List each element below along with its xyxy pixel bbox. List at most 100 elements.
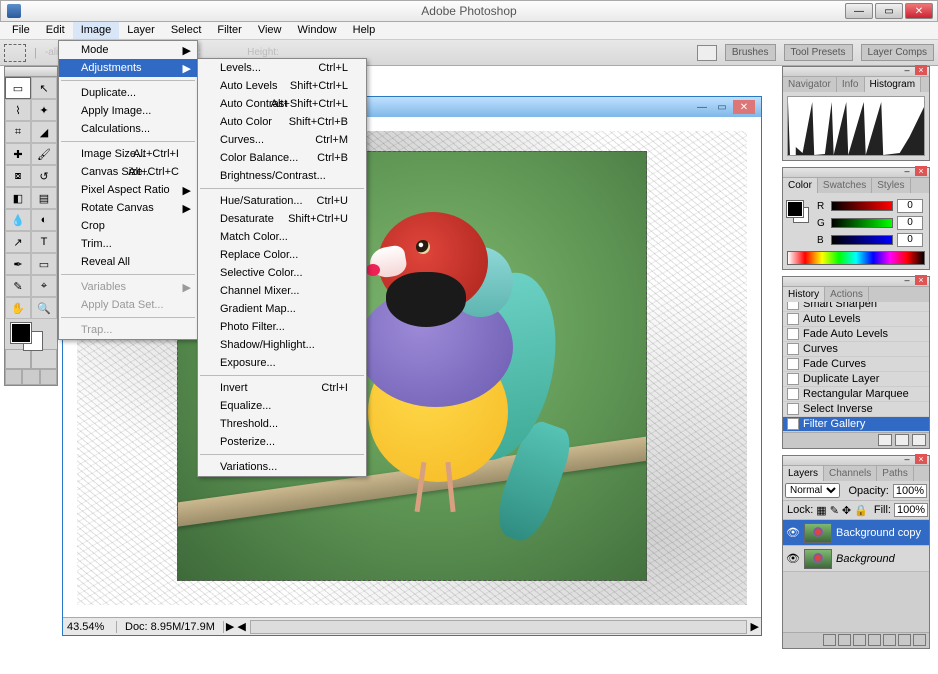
- window-close-button[interactable]: ✕: [905, 3, 933, 19]
- history-step[interactable]: Fade Auto Levels: [783, 327, 929, 342]
- menuitem-calculations[interactable]: Calculations...: [59, 120, 197, 138]
- tool-healing[interactable]: ✚: [5, 143, 31, 165]
- green-value[interactable]: 0: [897, 216, 923, 230]
- history-step[interactable]: Rectangular Marquee: [783, 387, 929, 402]
- doc-minimize-button[interactable]: —: [693, 100, 711, 114]
- standard-mode-icon[interactable]: [5, 349, 31, 369]
- history-list[interactable]: Smart SharpenAuto LevelsFade Auto Levels…: [783, 302, 929, 432]
- red-value[interactable]: 0: [897, 199, 923, 213]
- palette-close-icon[interactable]: ×: [915, 275, 927, 285]
- menuitem-pixel-aspect-ratio[interactable]: Pixel Aspect Ratio▶: [59, 181, 197, 199]
- menuitem-shadow-highlight[interactable]: Shadow/Highlight...: [198, 336, 366, 354]
- menu-filter[interactable]: Filter: [209, 22, 249, 39]
- menuitem-duplicate[interactable]: Duplicate...: [59, 84, 197, 102]
- lock-pixels-icon[interactable]: ✎: [830, 504, 839, 517]
- tool-gradient[interactable]: ▤: [31, 187, 57, 209]
- history-step[interactable]: Duplicate Layer: [783, 372, 929, 387]
- palette-min-icon[interactable]: –: [901, 275, 913, 285]
- palette-min-icon[interactable]: –: [901, 166, 913, 176]
- layer-thumbnail[interactable]: [804, 523, 832, 543]
- menuitem-reveal-all[interactable]: Reveal All: [59, 253, 197, 271]
- menuitem-curves[interactable]: Curves...Ctrl+M: [198, 131, 366, 149]
- palette-close-icon[interactable]: ×: [915, 454, 927, 464]
- menuitem-rotate-canvas[interactable]: Rotate Canvas▶: [59, 199, 197, 217]
- window-maximize-button[interactable]: ▭: [875, 3, 903, 19]
- tab-actions[interactable]: Actions: [825, 287, 869, 302]
- new-snapshot-icon[interactable]: [895, 434, 909, 446]
- history-step[interactable]: Curves: [783, 342, 929, 357]
- fx-icon[interactable]: [838, 634, 851, 646]
- palette-close-icon[interactable]: ×: [915, 65, 927, 75]
- horizontal-scrollbar[interactable]: [250, 620, 747, 634]
- menuitem-selective-color[interactable]: Selective Color...: [198, 264, 366, 282]
- menuitem-replace-color[interactable]: Replace Color...: [198, 246, 366, 264]
- menuitem-brightness-contrast[interactable]: Brightness/Contrast...: [198, 167, 366, 185]
- tool-pen[interactable]: ✒: [5, 253, 31, 275]
- window-minimize-button[interactable]: —: [845, 3, 873, 19]
- trash-icon[interactable]: [912, 434, 926, 446]
- spectrum-ramp[interactable]: [787, 251, 925, 265]
- tab-info[interactable]: Info: [837, 77, 865, 92]
- tool-dodge[interactable]: ◐: [31, 209, 57, 231]
- tool-brush[interactable]: 🖌: [31, 143, 57, 165]
- blue-value[interactable]: 0: [897, 233, 923, 247]
- layer-row[interactable]: 👁Background: [783, 546, 929, 572]
- marquee-tool-icon[interactable]: [4, 44, 26, 62]
- menuitem-exposure[interactable]: Exposure...: [198, 354, 366, 372]
- tool-slice[interactable]: ◢: [31, 121, 57, 143]
- tool-blur[interactable]: 💧: [5, 209, 31, 231]
- screen-full-menu-icon[interactable]: [22, 369, 39, 385]
- menu-file[interactable]: File: [4, 22, 38, 39]
- doc-close-button[interactable]: ✕: [733, 100, 755, 114]
- tool-zoom[interactable]: 🔍: [31, 297, 57, 319]
- history-step[interactable]: Fade Curves: [783, 357, 929, 372]
- tab-histogram[interactable]: Histogram: [865, 77, 922, 92]
- menuitem-channel-mixer[interactable]: Channel Mixer...: [198, 282, 366, 300]
- menuitem-adjustments[interactable]: Adjustments▶: [59, 59, 197, 77]
- menu-layer[interactable]: Layer: [119, 22, 163, 39]
- doc-maximize-button[interactable]: ▭: [713, 100, 731, 114]
- tool-lasso[interactable]: ⌇: [5, 99, 31, 121]
- mask-icon[interactable]: [853, 634, 866, 646]
- tool-type[interactable]: T: [31, 231, 57, 253]
- tab-styles[interactable]: Styles: [872, 178, 910, 193]
- history-step[interactable]: Auto Levels: [783, 312, 929, 327]
- history-step[interactable]: Filter Gallery: [783, 417, 929, 432]
- green-slider[interactable]: [831, 218, 893, 228]
- tab-channels[interactable]: Channels: [824, 466, 877, 481]
- blue-slider[interactable]: [831, 235, 893, 245]
- menuitem-auto-color[interactable]: Auto ColorShift+Ctrl+B: [198, 113, 366, 131]
- lock-position-icon[interactable]: ✥: [842, 504, 851, 517]
- tool-presets-tab[interactable]: Tool Presets: [784, 44, 853, 61]
- menuitem-image-size[interactable]: Image Size...Alt+Ctrl+I: [59, 145, 197, 163]
- tab-layers[interactable]: Layers: [783, 466, 824, 481]
- menuitem-threshold[interactable]: Threshold...: [198, 415, 366, 433]
- trash-icon[interactable]: [913, 634, 926, 646]
- tool-marquee[interactable]: ▭: [5, 77, 31, 99]
- menuitem-hue-saturation[interactable]: Hue/Saturation...Ctrl+U: [198, 192, 366, 210]
- new-layer-icon[interactable]: [898, 634, 911, 646]
- menu-image[interactable]: Image: [73, 22, 120, 39]
- screen-full-icon[interactable]: [40, 369, 57, 385]
- lock-all-icon[interactable]: 🔒: [854, 504, 868, 517]
- menuitem-invert[interactable]: InvertCtrl+I: [198, 379, 366, 397]
- tool-shape[interactable]: ▭: [31, 253, 57, 275]
- tool-notes[interactable]: ✎: [5, 275, 31, 297]
- tool-path[interactable]: ↗: [5, 231, 31, 253]
- brushes-tab[interactable]: Brushes: [725, 44, 776, 61]
- visibility-icon[interactable]: 👁: [786, 526, 800, 539]
- palette-close-icon[interactable]: ×: [915, 166, 927, 176]
- layer-row[interactable]: 👁Background copy: [783, 520, 929, 546]
- tab-color[interactable]: Color: [783, 178, 818, 193]
- menuitem-crop[interactable]: Crop: [59, 217, 197, 235]
- tab-history[interactable]: History: [783, 287, 825, 302]
- quickmask-mode-icon[interactable]: [31, 349, 57, 369]
- zoom-field[interactable]: 43.54%: [63, 621, 117, 633]
- menuitem-posterize[interactable]: Posterize...: [198, 433, 366, 451]
- layer-comps-tab[interactable]: Layer Comps: [861, 44, 934, 61]
- menuitem-auto-levels[interactable]: Auto LevelsShift+Ctrl+L: [198, 77, 366, 95]
- red-slider[interactable]: [831, 201, 893, 211]
- tool-eraser[interactable]: ◧: [5, 187, 31, 209]
- foreground-color-swatch[interactable]: [11, 323, 31, 343]
- tool-crop[interactable]: ⌗: [5, 121, 31, 143]
